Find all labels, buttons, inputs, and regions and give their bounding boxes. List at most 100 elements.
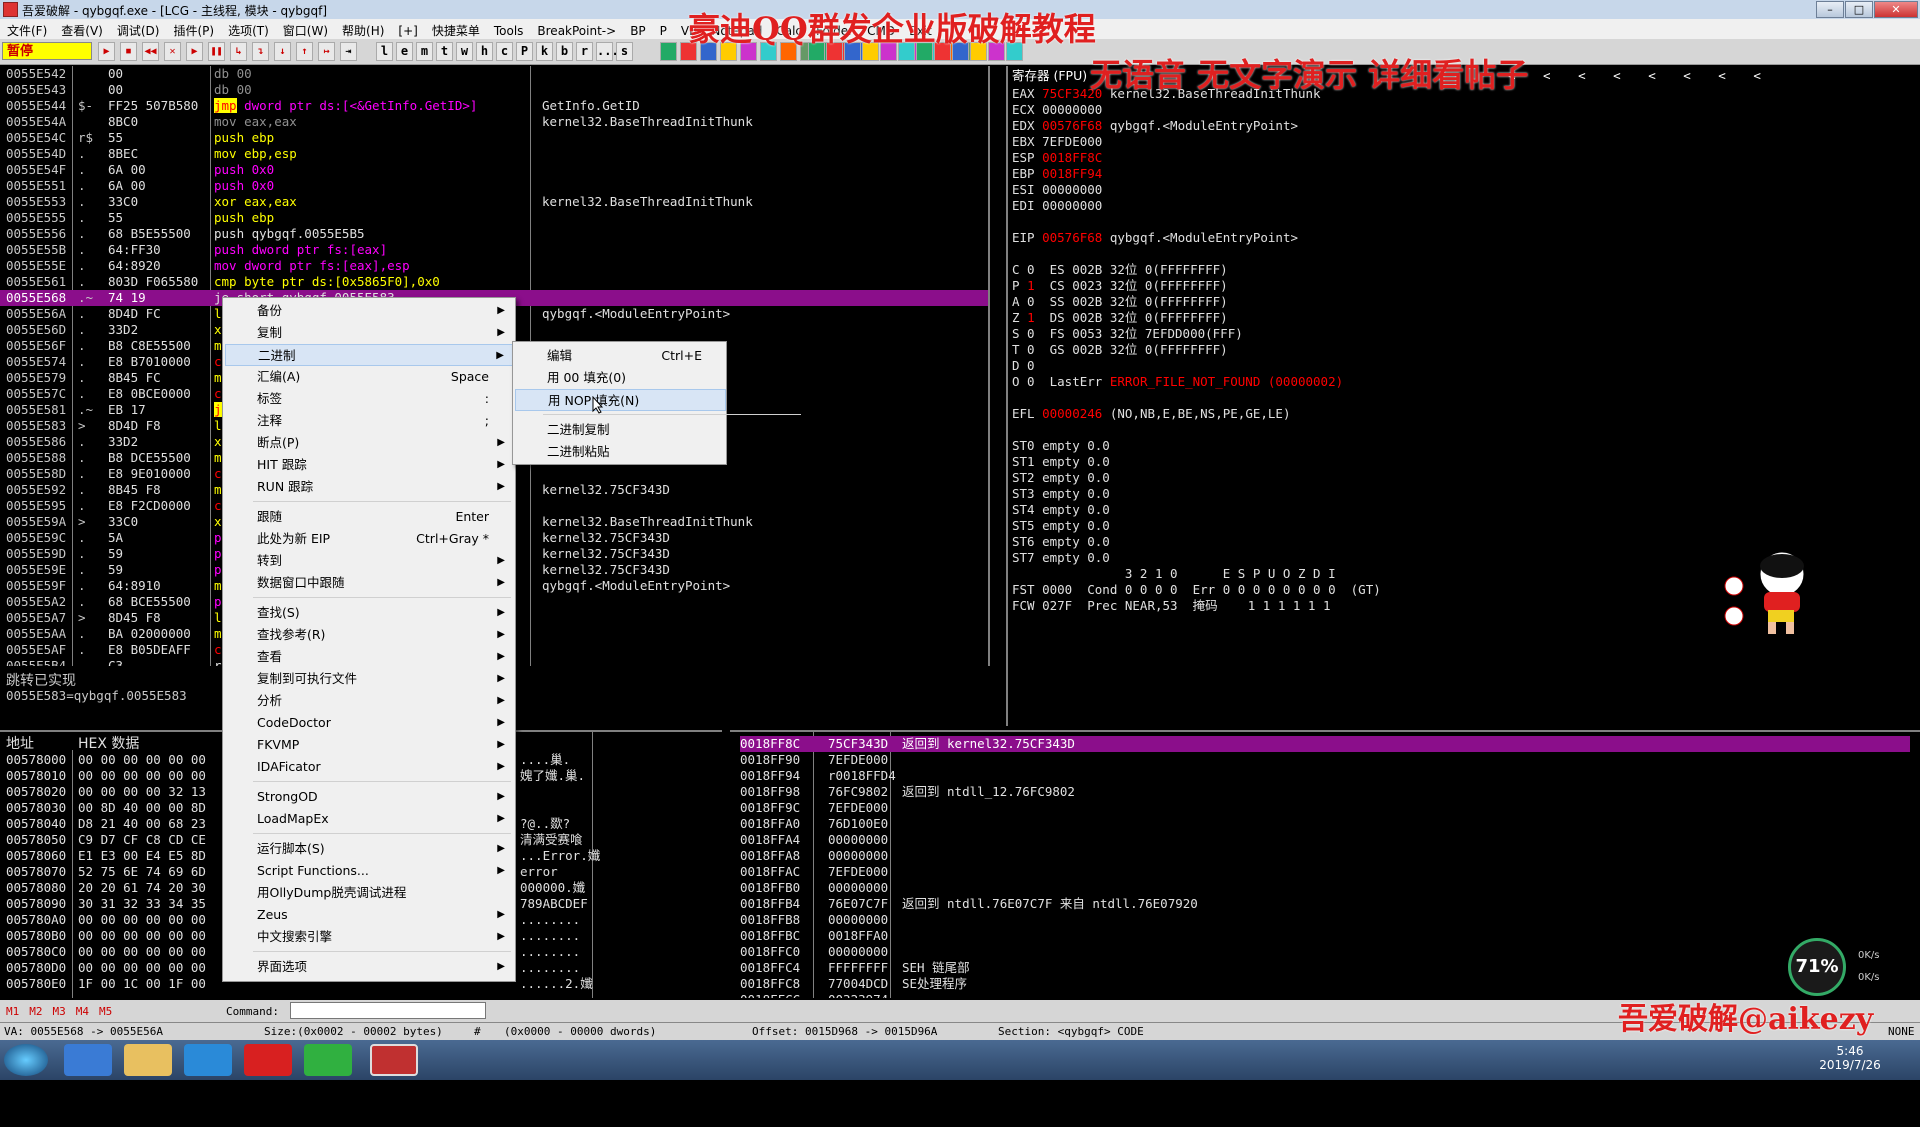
stack-row[interactable]: 0018FFBC 0018FFA0: [740, 928, 1910, 944]
toolbar-icon[interactable]: ▶: [186, 42, 203, 61]
menu-item[interactable]: 此处为新 EIP Ctrl+Gray *: [225, 528, 513, 550]
disasm-row[interactable]: 0055E556. 68 B5E55500 push qybgqf.0055E5B5: [0, 226, 988, 242]
disasm-row[interactable]: 0055E553. 33C0 xor eax,eax kernel32.BaseThr…: [0, 194, 988, 210]
register-line[interactable]: EFL 00000246 (NO,NB,E,BE,NS,PE,GE,LE): [1012, 406, 1290, 422]
stack-row[interactable]: 0018FFA4 00000000: [740, 832, 1910, 848]
stack-row[interactable]: 0018FFA0 76D100E0: [740, 816, 1910, 832]
register-line[interactable]: EDI 00000000: [1012, 198, 1102, 214]
memory-tab[interactable]: M5: [99, 1005, 112, 1018]
stack-row[interactable]: 0018FF8C 75CF343D 返回到 kernel32.75CF343D: [740, 736, 1910, 752]
menu-item[interactable]: 二进制复制: [515, 419, 726, 441]
register-line[interactable]: S 0 FS 0053 32位 7EFDD000(FFF): [1012, 326, 1243, 342]
disasm-row[interactable]: 0055E544 $- FF25 507B580 jmp dword ptr ds:[…: [0, 98, 988, 114]
menu-item[interactable]: 文件(F): [0, 19, 54, 39]
register-line[interactable]: EIP 00576F68 qybgqf.<ModuleEntryPoint>: [1012, 230, 1298, 246]
media-player-icon[interactable]: [304, 1044, 352, 1076]
toolbar-letter-button[interactable]: k: [536, 42, 553, 61]
toolbar-letter-button[interactable]: s: [616, 42, 633, 61]
register-line[interactable]: ESI 00000000: [1012, 182, 1102, 198]
register-line[interactable]: D 0: [1012, 358, 1035, 374]
toolbar-icon[interactable]: ↓: [274, 42, 291, 61]
disasm-row[interactable]: 0055E54A 8BC0 mov eax,eax kernel32.BaseThre…: [0, 114, 988, 130]
menu-item[interactable]: 快捷菜单: [425, 19, 487, 39]
register-arrows[interactable]: < < < < < < < <: [1508, 68, 1771, 84]
stack-row[interactable]: 0018FFB4 76E07C7F 返回到 ntdll.76E07C7F 来自 nt…: [740, 896, 1910, 912]
toolbar-letter-button[interactable]: h: [476, 42, 493, 61]
disasm-row[interactable]: 0055E54F. 6A 00 push 0x0: [0, 162, 988, 178]
menu-item[interactable]: 界面选项 ▶: [225, 956, 513, 978]
maximize-button[interactable]: □: [1845, 1, 1873, 18]
register-line[interactable]: T 0 GS 002B 32位 0(FFFFFFFF): [1012, 342, 1228, 358]
stack-row[interactable]: 0018FF9C 7EFDE000: [740, 800, 1910, 816]
register-line[interactable]: P 1 CS 0023 32位 0(FFFFFFFF): [1012, 278, 1228, 294]
register-line[interactable]: ST7 empty 0.0: [1012, 550, 1110, 566]
register-line[interactable]: EBX 7EFDE000: [1012, 134, 1102, 150]
mascot-icon[interactable]: [1716, 546, 1826, 636]
toolbar-icon[interactable]: ⇥: [340, 42, 357, 61]
disasm-row[interactable]: 0055E55E. 64:8920 mov dword ptr fs:[eax],e…: [0, 258, 988, 274]
stack-row[interactable]: 0018FF90 7EFDE000: [740, 752, 1910, 768]
menu-item[interactable]: BreakPoint->: [530, 21, 623, 39]
menu-item[interactable]: BP: [623, 21, 652, 39]
menu-item[interactable]: 分析 ▶: [225, 690, 513, 712]
toolbar-letter-button[interactable]: c: [496, 42, 513, 61]
register-line[interactable]: EDX 00576F68 qybgqf.<ModuleEntryPoint>: [1012, 118, 1298, 134]
memory-tab[interactable]: M4: [76, 1005, 89, 1018]
menu-item[interactable]: 用 NOP 填充(N): [515, 389, 726, 411]
toolbar-icon[interactable]: ↴: [252, 42, 269, 61]
menu-item[interactable]: 查找(S) ▶: [225, 602, 513, 624]
toolbar-letter-button[interactable]: r: [576, 42, 593, 61]
menu-item[interactable]: 编辑 Ctrl+E: [515, 345, 726, 367]
menu-item[interactable]: 查看 ▶: [225, 646, 513, 668]
toolbar-letter-button[interactable]: t: [436, 42, 453, 61]
menu-item[interactable]: 调试(D): [110, 19, 167, 39]
browser-icon[interactable]: [184, 1044, 232, 1076]
toolbar-letter-button[interactable]: e: [396, 42, 413, 61]
menu-item[interactable]: FKVMP ▶: [225, 734, 513, 756]
menu-item[interactable]: HIT 跟踪 ▶: [225, 454, 513, 476]
ie-icon[interactable]: [64, 1044, 112, 1076]
stack-pane[interactable]: 0018FF8C 75CF343D 返回到 kernel32.75CF343D 001…: [730, 730, 1920, 998]
menu-item[interactable]: IDAFicator ▶: [225, 756, 513, 778]
pojie-icon[interactable]: [370, 1044, 418, 1076]
register-line[interactable]: 3 2 1 0 E S P U O Z D I: [1012, 566, 1336, 582]
menu-item[interactable]: 运行脚本(S) ▶: [225, 838, 513, 860]
menu-item[interactable]: 标签:: [225, 388, 513, 410]
menu-item[interactable]: 选项(T): [221, 19, 276, 39]
toolbar-letter-button[interactable]: P: [516, 42, 533, 61]
menu-item[interactable]: Zeus ▶: [225, 904, 513, 926]
register-line[interactable]: ST3 empty 0.0: [1012, 486, 1110, 502]
command-input[interactable]: [290, 1002, 486, 1019]
toolbar-icon[interactable]: ❚❚: [208, 42, 225, 61]
menu-item[interactable]: 汇编(A) Space: [225, 366, 513, 388]
toolbar-letter-button[interactable]: b: [556, 42, 573, 61]
weibo-icon[interactable]: [244, 1044, 292, 1076]
menu-item[interactable]: Script Functions... ▶: [225, 860, 513, 882]
memory-tab[interactable]: M1: [6, 1005, 19, 1018]
menu-item[interactable]: CodeDoctor ▶: [225, 712, 513, 734]
register-line[interactable]: ST4 empty 0.0: [1012, 502, 1110, 518]
memory-tab[interactable]: M3: [53, 1005, 66, 1018]
folder-icon[interactable]: [124, 1044, 172, 1076]
disasm-row[interactable]: 0055E543 00 db 00: [0, 82, 988, 98]
close-button[interactable]: ✕: [1874, 1, 1918, 18]
menu-item[interactable]: 插件(P): [166, 19, 221, 39]
plugin-toolbar-icon[interactable]: [660, 42, 677, 61]
stack-row[interactable]: 0018FFA8 00000000: [740, 848, 1910, 864]
stack-row[interactable]: 0018FFB8 00000000: [740, 912, 1910, 928]
menu-item[interactable]: 二进制 ▶: [225, 344, 513, 366]
register-line[interactable]: FCW 027F Prec NEAR,53 掩码 1 1 1 1 1 1: [1012, 598, 1331, 614]
memory-tab[interactable]: M2: [29, 1005, 42, 1018]
stack-row[interactable]: 0018FFC4 FFFFFFFF SEH 链尾部: [740, 960, 1910, 976]
register-line[interactable]: FST 0000 Cond 0 0 0 0 Err 0 0 0 0 0 0 0 …: [1012, 582, 1381, 598]
menu-item[interactable]: [+]: [391, 21, 424, 39]
register-line[interactable]: C 0 ES 002B 32位 0(FFFFFFFF): [1012, 262, 1228, 278]
register-line[interactable]: ST2 empty 0.0: [1012, 470, 1110, 486]
disasm-row[interactable]: 0055E551. 6A 00 push 0x0: [0, 178, 988, 194]
stack-row[interactable]: 0018FFB0 00000000: [740, 880, 1910, 896]
toolbar-letter-button[interactable]: w: [456, 42, 473, 61]
stack-row[interactable]: 0018FFC8 77004DCD SE处理程序: [740, 976, 1910, 992]
menu-item[interactable]: 复制 ▶: [225, 322, 513, 344]
register-line[interactable]: ST5 empty 0.0: [1012, 518, 1110, 534]
minimize-button[interactable]: –: [1816, 1, 1844, 18]
